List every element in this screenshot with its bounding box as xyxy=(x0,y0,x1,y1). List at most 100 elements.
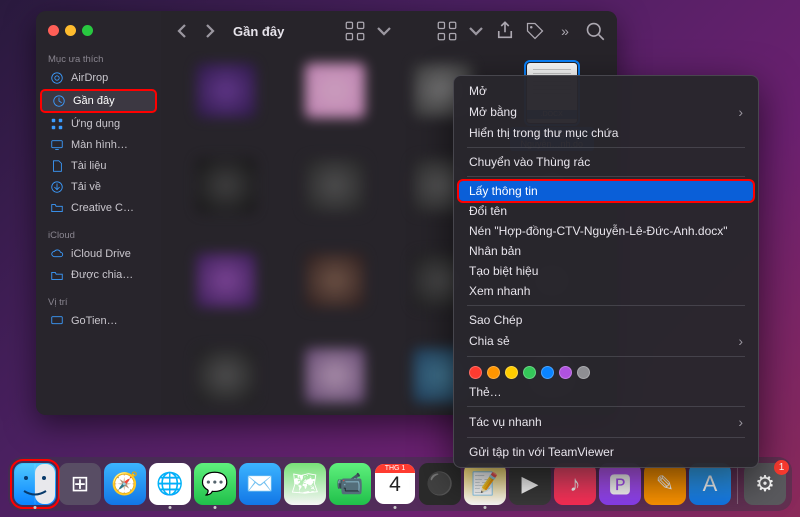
minimize-button[interactable] xyxy=(65,25,76,36)
sidebar-item-airdrop[interactable]: AirDrop xyxy=(40,68,157,88)
ctx-tag-colors xyxy=(459,361,753,382)
thumbnail[interactable] xyxy=(284,63,387,148)
thumbnail[interactable] xyxy=(175,63,278,148)
sidebar-item-label: Ứng dụng xyxy=(71,118,120,130)
desktop-icon xyxy=(50,138,64,152)
sidebar-item-shared[interactable]: Được chia… xyxy=(40,265,157,285)
sidebar-item-desktop[interactable]: Màn hình… xyxy=(40,135,157,155)
running-indicator xyxy=(394,506,397,509)
sidebar-item-clock[interactable]: Gần đây xyxy=(40,89,157,113)
thumbnail[interactable] xyxy=(284,348,387,415)
sidebar-item-label: GoTien… xyxy=(71,315,118,327)
separator xyxy=(467,305,745,306)
chevron-down-icon[interactable] xyxy=(375,22,393,40)
sidebar-item-label: Tài liệu xyxy=(71,160,106,172)
cloud-icon xyxy=(50,247,64,261)
separator xyxy=(467,437,745,438)
separator xyxy=(467,356,745,357)
ctx-share[interactable]: Chia sẻ xyxy=(459,330,753,352)
dock-messages[interactable]: 💬 xyxy=(194,463,236,505)
badge: 1 xyxy=(774,460,789,475)
tag-color[interactable] xyxy=(559,366,572,379)
documents-icon xyxy=(50,159,64,173)
dock-appstore[interactable]: A xyxy=(689,463,731,505)
running-indicator xyxy=(214,506,217,509)
tag-icon[interactable] xyxy=(525,21,545,41)
dock-launchpad[interactable]: ⊞ xyxy=(59,463,101,505)
sidebar-item-folder[interactable]: Creative C… xyxy=(40,198,157,218)
dock-safari[interactable]: 🧭 xyxy=(104,463,146,505)
sidebar-item-label: Creative C… xyxy=(71,202,134,214)
window-controls xyxy=(36,19,161,50)
ctx-reveal[interactable]: Hiển thị trong thư mục chứa xyxy=(459,123,753,143)
thumbnail[interactable] xyxy=(175,348,278,415)
dock-photo-app[interactable]: ⚫ xyxy=(419,463,461,505)
sidebar-item-computer[interactable]: GoTien… xyxy=(40,311,157,331)
close-button[interactable] xyxy=(48,25,59,36)
tag-color[interactable] xyxy=(577,366,590,379)
separator xyxy=(467,406,745,407)
back-button[interactable] xyxy=(173,22,191,40)
tag-color[interactable] xyxy=(523,366,536,379)
dock-music[interactable]: ♪ xyxy=(554,463,596,505)
sidebar-item-label: Được chia… xyxy=(71,269,133,281)
shared-icon xyxy=(50,268,64,282)
apps-icon xyxy=(50,117,64,131)
dock-video[interactable]: ▶ xyxy=(509,463,551,505)
sidebar-item-apps[interactable]: Ứng dụng xyxy=(40,114,157,134)
thumbnail[interactable] xyxy=(284,253,387,338)
thumbnail[interactable] xyxy=(175,158,278,243)
tag-color[interactable] xyxy=(487,366,500,379)
ctx-teamviewer[interactable]: Gửi tập tin với TeamViewer xyxy=(459,442,753,462)
running-indicator xyxy=(169,506,172,509)
separator xyxy=(467,147,745,148)
thumbnail[interactable] xyxy=(284,158,387,243)
sidebar-item-downloads[interactable]: Tải về xyxy=(40,177,157,197)
dock-maps[interactable]: 🗺 xyxy=(284,463,326,505)
ctx-quick-actions[interactable]: Tác vụ nhanh xyxy=(459,411,753,433)
dock-podcasts[interactable]: 🅿 xyxy=(599,463,641,505)
dock-pages[interactable]: ✎ xyxy=(644,463,686,505)
ctx-open-with[interactable]: Mở bằng xyxy=(459,101,753,123)
share-icon[interactable] xyxy=(495,21,515,41)
sidebar-item-label: AirDrop xyxy=(71,72,108,84)
window-title: Gần đây xyxy=(233,24,284,39)
ctx-get-info[interactable]: Lấy thông tin xyxy=(459,181,753,201)
dock-calendar[interactable]: THG 14 xyxy=(374,463,416,505)
dock-notes[interactable]: 📝 xyxy=(464,463,506,505)
forward-button[interactable] xyxy=(201,22,219,40)
computer-icon xyxy=(50,314,64,328)
dock-settings[interactable]: ⚙1 xyxy=(744,463,786,505)
sidebar-item-label: Tải về xyxy=(71,181,101,193)
dock-facetime[interactable]: 📹 xyxy=(329,463,371,505)
sidebar-item-cloud[interactable]: iCloud Drive xyxy=(40,244,157,264)
ctx-duplicate[interactable]: Nhân bản xyxy=(459,241,753,261)
dock-separator xyxy=(737,464,738,504)
ctx-alias[interactable]: Tạo biệt hiệu xyxy=(459,261,753,281)
tag-color[interactable] xyxy=(469,366,482,379)
dock-finder[interactable] xyxy=(14,463,56,505)
airdrop-icon xyxy=(50,71,64,85)
view-icon-grid[interactable] xyxy=(345,21,365,41)
more-icon[interactable]: » xyxy=(555,21,575,41)
ctx-open[interactable]: Mở xyxy=(459,81,753,101)
ctx-compress[interactable]: Nén "Hợp-đồng-CTV-Nguyễn-Lê-Đức-Anh.docx… xyxy=(459,221,753,241)
tag-color[interactable] xyxy=(541,366,554,379)
separator xyxy=(467,176,745,177)
ctx-trash[interactable]: Chuyển vào Thùng rác xyxy=(459,152,753,172)
ctx-rename[interactable]: Đổi tên xyxy=(459,201,753,221)
downloads-icon xyxy=(50,180,64,194)
sidebar-item-documents[interactable]: Tài liệu xyxy=(40,156,157,176)
dock-mail[interactable]: ✉️ xyxy=(239,463,281,505)
fullscreen-button[interactable] xyxy=(82,25,93,36)
ctx-tags[interactable]: Thẻ… xyxy=(459,382,753,402)
ctx-copy[interactable]: Sao Chép xyxy=(459,310,753,330)
search-icon[interactable] xyxy=(585,21,605,41)
thumbnail[interactable] xyxy=(175,253,278,338)
group-icon[interactable] xyxy=(437,21,457,41)
dock-chrome[interactable]: 🌐 xyxy=(149,463,191,505)
chevron-down-icon[interactable] xyxy=(467,22,485,40)
tag-color[interactable] xyxy=(505,366,518,379)
toolbar: Gần đây » xyxy=(161,11,617,51)
ctx-quicklook[interactable]: Xem nhanh xyxy=(459,281,753,301)
